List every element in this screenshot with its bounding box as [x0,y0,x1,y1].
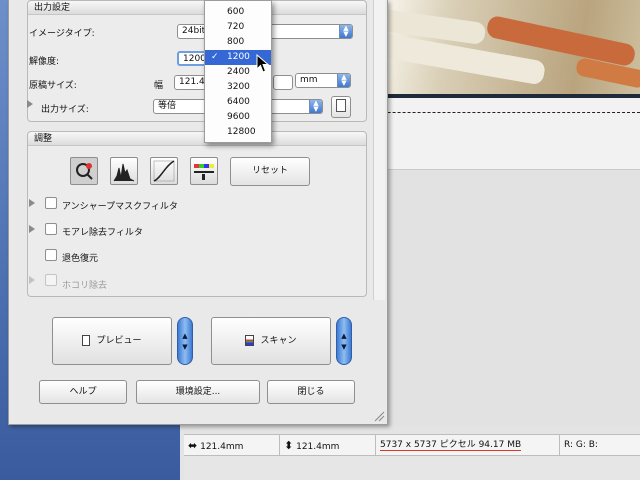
color-restoration-checkbox[interactable] [45,249,57,261]
dust-removal-disclosure-icon [29,276,35,284]
document-icon [336,99,346,112]
image-type-label: イメージタイプ: [29,29,95,39]
histogram-icon [113,163,135,182]
tone-curve-button[interactable] [150,157,178,185]
select-arrows-icon: ▲ ▼ [339,25,352,38]
unsharp-mask-checkbox[interactable] [45,197,57,209]
height-input[interactable] [273,75,293,90]
resolution-option[interactable]: 9600 [205,110,271,125]
status-rgb: R: G: B: [564,440,598,450]
unsharp-mask-disclosure-icon[interactable] [29,199,35,207]
scan-options-stepper[interactable]: ▲ ▼ [336,317,352,365]
status-width: ⬌ 121.4mm [184,435,280,456]
scan-settings-panel: 出力設定 イメージタイプ: 24bit ▲ ▼ 解像度: 1200 原稿サイズ: … [8,0,388,425]
color-balance-icon [194,164,214,180]
check-mark-icon: ✓ [211,52,219,62]
status-height: ⬍ 121.4mm [280,435,376,456]
width-label: 幅 [154,81,164,91]
resolution-option[interactable]: 600 [205,5,271,20]
scan-button[interactable]: スキャン [211,317,331,365]
resolution-label: 解像度: [29,57,60,67]
descreening-disclosure-icon[interactable] [29,225,35,233]
dust-removal-checkbox [45,274,57,286]
auto-adjust-button[interactable] [70,157,98,185]
resolution-option[interactable]: 800 [205,35,271,50]
descreening-checkbox[interactable] [45,223,57,235]
select-arrows-icon: ▲ ▼ [337,74,350,87]
output-settings-title: 出力設定 [28,1,366,15]
document-icon [82,335,91,346]
height-arrows-icon: ⬍ [284,439,294,452]
preview-options-stepper[interactable]: ▲ ▼ [177,317,193,365]
auto-adjust-icon [76,163,93,180]
unsharp-mask-label: アンシャープマスクフィルタ [62,202,178,212]
panel-scrollbar[interactable] [373,0,385,300]
color-restoration-label: 退色復元 [62,254,99,264]
source-size-label: 原稿サイズ: [29,81,77,91]
close-button[interactable]: 閉じる [267,380,355,404]
resolution-option[interactable]: 12800 [205,125,271,140]
resize-grip-icon[interactable] [373,410,385,422]
width-input[interactable]: 121.4 [174,75,208,90]
descreening-label: モアレ除去フィルタ [62,228,143,238]
output-size-label: 出力サイズ: [41,105,89,115]
tone-curve-icon [153,160,175,182]
status-pixels: 5737 x 5737 ピクセル 94.17 MB [376,435,560,456]
help-button[interactable]: ヘルプ [39,380,127,404]
resolution-option[interactable]: 6400 [205,95,271,110]
output-size-edit-button[interactable] [331,96,351,118]
status-bar-footer [184,456,640,480]
adjust-title: 調整 [28,132,366,146]
color-balance-button[interactable] [190,157,218,185]
width-arrows-icon: ⬌ [188,439,198,452]
resolution-option[interactable]: 720 [205,20,271,35]
status-bar: ⬌ 121.4mm ⬍ 121.4mm 5737 x 5737 ピクセル 94.… [184,434,640,456]
reset-button[interactable]: リセット [230,157,310,186]
preview-button[interactable]: プレビュー [52,317,172,365]
preferences-button[interactable]: 環境設定... [136,380,260,404]
scan-document-icon [245,335,255,346]
unit-select[interactable]: mm ▲ ▼ [295,73,351,88]
select-arrows-icon: ▲ ▼ [309,100,322,113]
dust-removal-label: ホコリ除去 [62,281,108,291]
adjust-group: 調整 [27,131,367,297]
histogram-button[interactable] [110,157,138,185]
output-size-disclosure-icon[interactable] [27,100,33,108]
mouse-pointer-icon [256,54,270,73]
resolution-option[interactable]: 3200 [205,80,271,95]
